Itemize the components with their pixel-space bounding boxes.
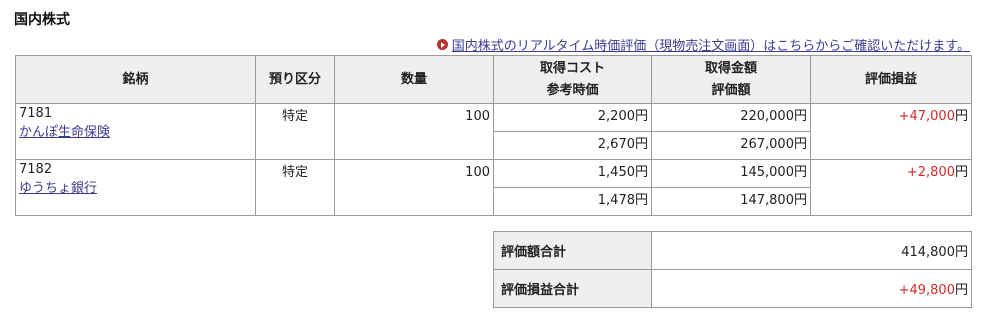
holdings-header-row: 銘柄 預り区分 数量 取得コスト 参考時価 取得金額 評価額 評価損益 — [15, 55, 972, 104]
header-amount-top: 取得金額 — [704, 60, 757, 76]
header-quantity: 数量 — [334, 55, 494, 104]
total-valuation-label: 評価額合計 — [493, 231, 652, 270]
yen-unit: 円 — [634, 109, 648, 124]
realtime-link-row: 国内株式のリアルタイム時価評価（現物売注文画面）はこちらからご確認いただけます。 — [436, 35, 970, 54]
valuation-amount: 147,800円 — [651, 187, 811, 216]
stock-cell: 7182 ゆうちょ銀行 — [15, 159, 256, 216]
unrealized-pnl-value: +47,000 — [898, 109, 955, 124]
yen-unit: 円 — [793, 193, 807, 208]
acquisition-amount-value: 145,000 — [740, 165, 794, 180]
header-cost-top: 取得コスト — [539, 60, 605, 76]
reference-price-value: 2,670 — [597, 137, 635, 152]
acquisition-cost-value: 1,450 — [597, 165, 635, 180]
total-pnl-value: +49,800 — [898, 283, 955, 298]
acquisition-amount-value: 220,000 — [740, 109, 794, 124]
yen-unit: 円 — [793, 165, 807, 180]
yen-unit: 円 — [954, 165, 968, 180]
circle-arrow-icon — [436, 39, 448, 50]
header-account: 預り区分 — [255, 55, 335, 104]
summary-table: 評価額合計 414,800円 評価損益合計 +49,800円 — [493, 231, 972, 308]
valuation-amount: 267,000円 — [651, 131, 811, 160]
header-amount-bottom: 評価額 — [711, 82, 751, 98]
valuation-amount-value: 147,800 — [740, 193, 794, 208]
yen-unit: 円 — [954, 245, 968, 260]
quantity: 100 — [334, 159, 494, 216]
yen-unit: 円 — [634, 165, 648, 180]
acquisition-amount: 145,000円 — [651, 159, 811, 188]
stock-cell: 7181 かんぽ生命保険 — [15, 103, 256, 160]
section-title: 国内株式 — [14, 12, 70, 28]
total-valuation: 414,800円 — [651, 231, 972, 270]
acquisition-cost-value: 2,200 — [597, 109, 635, 124]
summary-row-valuation: 評価額合計 414,800円 — [493, 231, 972, 270]
reference-price: 2,670円 — [493, 131, 652, 160]
total-valuation-value: 414,800 — [901, 245, 955, 260]
unrealized-pnl-value: +2,800 — [906, 165, 955, 180]
table-row: 7181 かんぽ生命保険 特定 100 2,200円 220,000円 +47,… — [15, 103, 972, 160]
account-type: 特定 — [255, 103, 335, 160]
header-name: 銘柄 — [15, 55, 256, 104]
header-cost-bottom: 参考時価 — [546, 82, 599, 98]
yen-unit: 円 — [793, 109, 807, 124]
summary-row-pnl: 評価損益合計 +49,800円 — [493, 269, 972, 308]
account-type: 特定 — [255, 159, 335, 216]
reference-price-value: 1,478 — [597, 193, 635, 208]
valuation-amount-value: 267,000 — [740, 137, 794, 152]
yen-unit: 円 — [954, 283, 968, 298]
total-pnl-label: 評価損益合計 — [493, 269, 652, 308]
header-amount: 取得金額 評価額 — [651, 55, 811, 104]
yen-unit: 円 — [634, 137, 648, 152]
acquisition-amount: 220,000円 — [651, 103, 811, 132]
total-pnl: +49,800円 — [651, 269, 972, 308]
acquisition-cost: 1,450円 — [493, 159, 652, 188]
stock-name-link[interactable]: ゆうちょ銀行 — [19, 180, 255, 198]
yen-unit: 円 — [954, 109, 968, 124]
quantity: 100 — [334, 103, 494, 160]
yen-unit: 円 — [793, 137, 807, 152]
table-row: 7182 ゆうちょ銀行 特定 100 1,450円 145,000円 +2,80… — [15, 159, 972, 216]
header-cost: 取得コスト 参考時価 — [493, 55, 652, 104]
realtime-valuation-link[interactable]: 国内株式のリアルタイム時価評価（現物売注文画面）はこちらからご確認いただけます。 — [452, 35, 970, 54]
stock-name-link[interactable]: かんぽ生命保険 — [19, 124, 255, 142]
unrealized-pnl: +47,000円 — [810, 103, 972, 160]
header-pnl: 評価損益 — [810, 55, 972, 104]
domestic-stock-holdings-page: 国内株式 国内株式のリアルタイム時価評価（現物売注文画面）はこちらからご確認いた… — [0, 0, 988, 328]
holdings-table: 銘柄 預り区分 数量 取得コスト 参考時価 取得金額 評価額 評価損益 7181 — [15, 55, 972, 216]
unrealized-pnl: +2,800円 — [810, 159, 972, 216]
acquisition-cost: 2,200円 — [493, 103, 652, 132]
reference-price: 1,478円 — [493, 187, 652, 216]
yen-unit: 円 — [634, 193, 648, 208]
